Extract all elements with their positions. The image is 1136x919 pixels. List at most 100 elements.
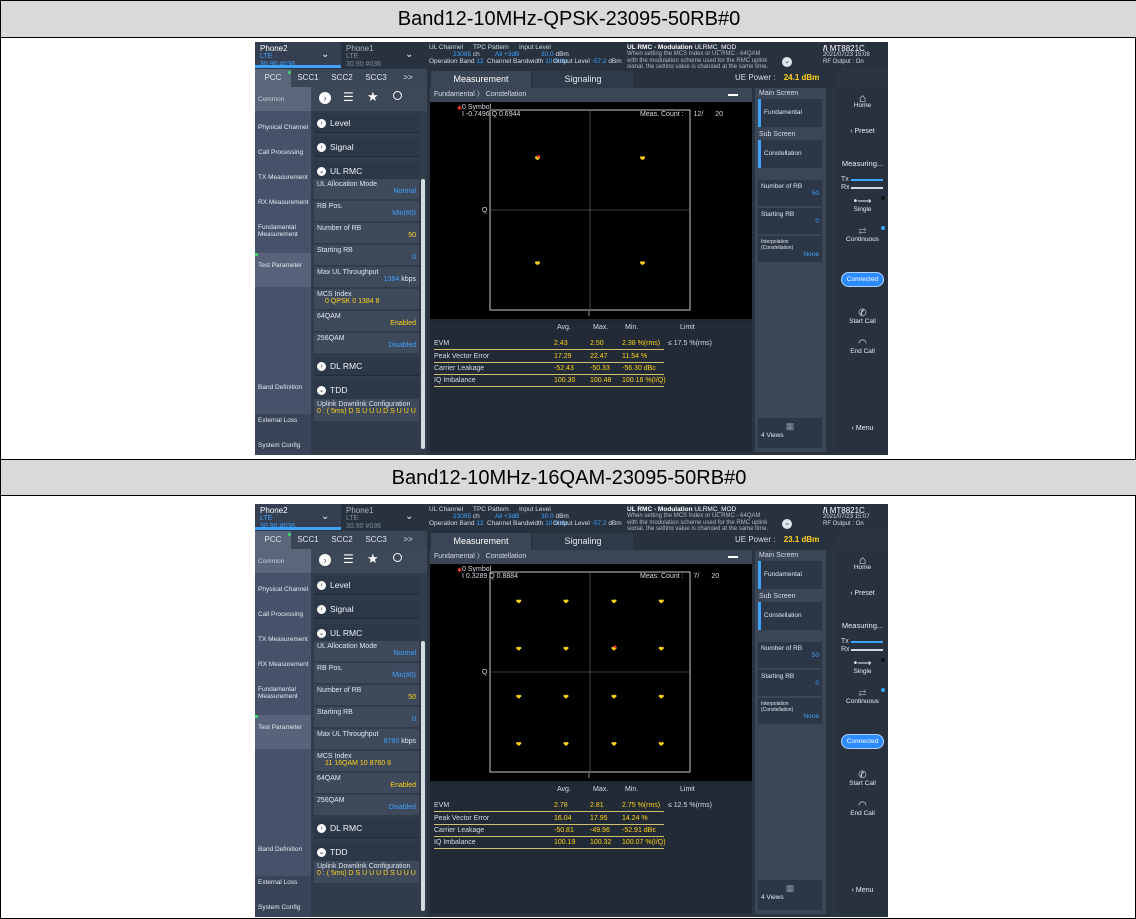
phone2-selector[interactable]: Phone2 LTE 30.90 #036 ⌄ xyxy=(255,42,341,68)
section-level[interactable]: › Level xyxy=(314,114,419,134)
minimize-icon[interactable] xyxy=(728,556,738,558)
scrollbar[interactable] xyxy=(421,179,425,449)
nav-system-config[interactable]: System Config xyxy=(258,904,300,911)
rp-number-of-rb[interactable]: Number of RB 50 xyxy=(758,642,822,668)
search-icon[interactable] xyxy=(393,91,402,100)
param-256qam[interactable]: 256QAM Disabled xyxy=(314,333,419,353)
nav-common[interactable]: Common xyxy=(255,549,311,573)
nav-test-parameter[interactable]: Test Parameter xyxy=(258,262,302,269)
preset-button[interactable]: ‹ Preset xyxy=(839,128,886,136)
nav-tx-measurement[interactable]: TX Measurement xyxy=(258,636,308,643)
sub-screen-constellation[interactable]: Constellation xyxy=(758,140,822,168)
tab-scc2[interactable]: SCC2 xyxy=(325,531,359,549)
param-256qam[interactable]: 256QAM Disabled xyxy=(314,795,419,815)
rp-starting-rb[interactable]: Starting RB 0 xyxy=(758,670,822,696)
phone1-selector[interactable]: Phone1 LTE 30.90 #036 ⌄ xyxy=(341,42,421,69)
section-tdd[interactable]: ⌄ TDD xyxy=(314,843,419,863)
param-number-of-rb[interactable]: Number of RB 50 xyxy=(314,223,419,243)
tab-pcc[interactable]: PCC xyxy=(255,69,291,87)
home-button[interactable]: ⌂ Home xyxy=(839,554,886,572)
nav-band-definition[interactable]: Band Definition xyxy=(258,846,302,853)
nav-external-loss[interactable]: External Loss xyxy=(258,879,297,886)
list-icon[interactable]: ☰ xyxy=(343,552,354,566)
main-screen-fundamental[interactable]: Fundamental xyxy=(758,99,822,127)
nav-physical-channel[interactable]: Physical Channel xyxy=(258,586,308,593)
chevron-down-icon[interactable]: ⌄ xyxy=(405,50,413,60)
continuous-button[interactable]: ⇄ Continuous xyxy=(839,689,886,706)
phone1-selector[interactable]: Phone1 LTE 30.90 #036 ⌄ xyxy=(341,504,421,531)
rp-number-of-rb[interactable]: Number of RB 50 xyxy=(758,180,822,206)
connected-button[interactable]: Connected xyxy=(841,272,884,287)
tab-signaling[interactable]: Signaling xyxy=(533,71,633,88)
list-icon[interactable]: ☰ xyxy=(343,90,354,104)
nav-fundamental-measurement[interactable]: Fundamental Measurement xyxy=(258,224,311,238)
param-64qam[interactable]: 64QAM Enabled xyxy=(314,773,419,793)
rp-starting-rb[interactable]: Starting RB 0 xyxy=(758,208,822,234)
breadcrumb-fundamental[interactable]: Fundamental xyxy=(434,91,475,98)
chevron-down-icon[interactable]: ⌄ xyxy=(405,512,413,522)
nav-tx-measurement[interactable]: TX Measurement xyxy=(258,174,308,181)
connected-button[interactable]: Connected xyxy=(841,734,884,749)
param-rb-pos[interactable]: RB Pos. Min(#0) xyxy=(314,201,419,221)
preset-button[interactable]: ‹ Preset xyxy=(839,590,886,598)
expand-icon[interactable]: ⌄ xyxy=(782,57,792,67)
section-level[interactable]: › Level xyxy=(314,576,419,596)
param-ul-allocation[interactable]: UL Allocation Mode Normal xyxy=(314,179,419,199)
end-call-button[interactable]: ◠ End Call xyxy=(839,801,886,818)
tab-measurement[interactable]: Measurement xyxy=(431,533,531,550)
param-starting-rb[interactable]: Starting RB 0 xyxy=(314,707,419,727)
chevron-down-icon[interactable]: ⌄ xyxy=(321,50,329,60)
section-dl-rmc[interactable]: › DL RMC xyxy=(314,357,419,377)
single-button[interactable]: •⟶ Single xyxy=(839,197,886,214)
sub-screen-constellation[interactable]: Constellation xyxy=(758,602,822,630)
nav-rx-measurement[interactable]: RX Measurement xyxy=(258,199,309,206)
views-button[interactable]: ▦ 4 Views xyxy=(758,418,822,448)
chevron-down-icon[interactable]: ⌄ xyxy=(321,512,329,522)
section-tdd[interactable]: ⌄ TDD xyxy=(314,381,419,401)
scrollbar[interactable] xyxy=(421,641,425,911)
nav-system-config[interactable]: System Config xyxy=(258,442,300,449)
star-icon[interactable]: ★ xyxy=(367,551,379,567)
forward-icon[interactable]: › xyxy=(319,92,331,104)
nav-common[interactable]: Common xyxy=(255,87,311,111)
end-call-button[interactable]: ◠ End Call xyxy=(839,339,886,356)
param-rb-pos[interactable]: RB Pos. Min(#0) xyxy=(314,663,419,683)
param-64qam[interactable]: 64QAM Enabled xyxy=(314,311,419,331)
tab-scc1[interactable]: SCC1 xyxy=(291,531,325,549)
nav-external-loss[interactable]: External Loss xyxy=(258,417,297,424)
param-uldl-config[interactable]: Uplink Downlink Configuration 0 : ( 5ms) … xyxy=(314,399,419,421)
nav-test-parameter[interactable]: Test Parameter xyxy=(258,724,302,731)
param-starting-rb[interactable]: Starting RB 0 xyxy=(314,245,419,265)
tab-scc3[interactable]: SCC3 xyxy=(359,69,393,87)
expand-icon[interactable]: ⌄ xyxy=(782,519,792,529)
start-call-button[interactable]: ✆ Start Call xyxy=(839,771,886,788)
home-button[interactable]: ⌂ Home xyxy=(839,92,886,110)
nav-physical-channel[interactable]: Physical Channel xyxy=(258,124,308,131)
param-mcs-index[interactable]: MCS Index 0 QPSK 0 1384 8 xyxy=(314,289,419,309)
start-call-button[interactable]: ✆ Start Call xyxy=(839,309,886,326)
nav-rx-measurement[interactable]: RX Measurement xyxy=(258,661,309,668)
nav-call-processing[interactable]: Call Processing xyxy=(258,149,303,156)
phone2-selector[interactable]: Phone2 LTE 30.90 #036 ⌄ xyxy=(255,504,341,530)
rp-interpolation[interactable]: Interpolation (Constellation) None xyxy=(758,698,822,724)
search-icon[interactable] xyxy=(393,553,402,562)
forward-icon[interactable]: › xyxy=(319,554,331,566)
nav-fundamental-measurement[interactable]: Fundamental Measurement xyxy=(258,686,311,700)
nav-band-definition[interactable]: Band Definition xyxy=(258,384,302,391)
param-uldl-config[interactable]: Uplink Downlink Configuration 0 : ( 5ms) … xyxy=(314,861,419,883)
tab-more[interactable]: >> xyxy=(393,69,423,87)
tab-scc3[interactable]: SCC3 xyxy=(359,531,393,549)
tab-pcc[interactable]: PCC xyxy=(255,531,291,549)
continuous-button[interactable]: ⇄ Continuous xyxy=(839,227,886,244)
section-dl-rmc[interactable]: › DL RMC xyxy=(314,819,419,839)
minimize-icon[interactable] xyxy=(728,94,738,96)
menu-button[interactable]: ‹ Menu xyxy=(839,887,886,895)
param-mcs-index[interactable]: MCS Index 11 16QAM 10 8760 8 xyxy=(314,751,419,771)
tab-signaling[interactable]: Signaling xyxy=(533,533,633,550)
param-ul-allocation[interactable]: UL Allocation Mode Normal xyxy=(314,641,419,661)
tab-more[interactable]: >> xyxy=(393,531,423,549)
tab-measurement[interactable]: Measurement xyxy=(431,71,531,88)
tab-scc1[interactable]: SCC1 xyxy=(291,69,325,87)
rp-interpolation[interactable]: Interpolation (Constellation) None xyxy=(758,236,822,262)
section-signal[interactable]: › Signal xyxy=(314,600,419,620)
